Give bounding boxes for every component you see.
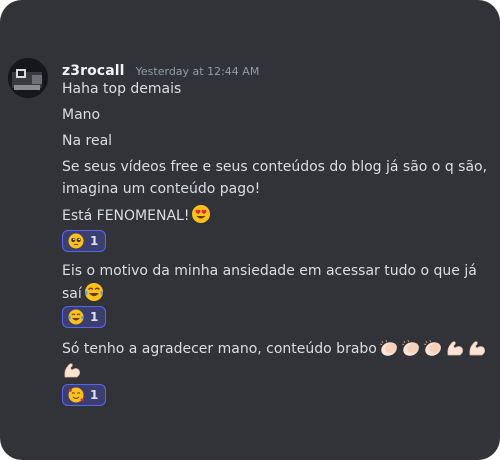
reaction-pleading[interactable]: 1 [62, 230, 106, 252]
message-text: Só tenho a agradecer mano, conteúdo brab… [62, 341, 377, 357]
joy-emoji [84, 282, 104, 302]
username[interactable]: z3rocall [62, 63, 125, 79]
smiling-hearts-face-icon [68, 387, 84, 403]
heart-eyes-emoji [191, 204, 211, 224]
chat-window: z3rocall Yesterday at 12:44 AM Haha top … [0, 0, 500, 460]
message-line: Se seus vídeos free e seus conteúdos do … [62, 159, 488, 175]
reaction-count: 1 [90, 234, 99, 248]
pleading-face-icon [68, 233, 84, 249]
message-line: Mano [62, 107, 101, 123]
flexed-biceps-emoji [62, 361, 82, 379]
flexed-biceps-emoji [445, 339, 465, 357]
flexed-biceps-emoji [467, 339, 487, 357]
message-line: imagina um conteúdo pago! [62, 181, 261, 197]
timestamp[interactable]: Yesterday at 12:44 AM [136, 65, 260, 78]
clap-emoji [423, 339, 443, 357]
message-header: z3rocall Yesterday at 12:44 AM [62, 60, 259, 79]
message-line [62, 360, 494, 382]
message-text: saí [62, 286, 82, 302]
clap-emoji [379, 339, 399, 357]
user-avatar[interactable] [8, 58, 48, 98]
reaction-joy[interactable]: 1 [62, 306, 106, 328]
message-line: Haha top demais [62, 81, 182, 97]
reaction-count: 1 [90, 388, 99, 402]
message-line: Na real [62, 133, 113, 149]
message-line: Eis o motivo da minha ansiedade em acess… [62, 263, 477, 279]
message-line: Está FENOMENAL! [62, 204, 494, 227]
reaction-smiling-hearts[interactable]: 1 [62, 384, 106, 406]
message-line: Só tenho a agradecer mano, conteúdo brab… [62, 338, 494, 360]
clap-emoji [401, 339, 421, 357]
message-text: Está FENOMENAL! [62, 208, 190, 224]
reaction-count: 1 [90, 310, 99, 324]
message-line: saí [62, 282, 494, 305]
joy-face-icon [68, 309, 84, 325]
